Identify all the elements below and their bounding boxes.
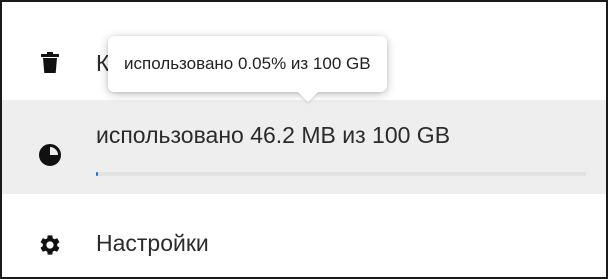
storage-tooltip-text: использовано 0.05% из 100 GB [124, 54, 371, 73]
storage-menu-panel: К использовано 46.2 MB из 100 GB Настрой… [0, 0, 608, 279]
menu-item-settings-label: Настройки [96, 230, 209, 256]
tooltip-arrow [297, 91, 319, 102]
trash-icon [38, 51, 62, 75]
storage-tooltip: использовано 0.05% из 100 GB [108, 36, 387, 102]
storage-progress-bar [96, 172, 586, 176]
menu-item-storage[interactable]: использовано 46.2 MB из 100 GB [2, 100, 606, 194]
pie-chart-icon [38, 143, 62, 167]
menu-item-settings[interactable]: Настройки [2, 194, 606, 277]
storage-usage-label: использовано 46.2 MB из 100 GB [96, 122, 451, 148]
storage-progress-fill [96, 172, 98, 176]
gear-icon [38, 233, 62, 257]
